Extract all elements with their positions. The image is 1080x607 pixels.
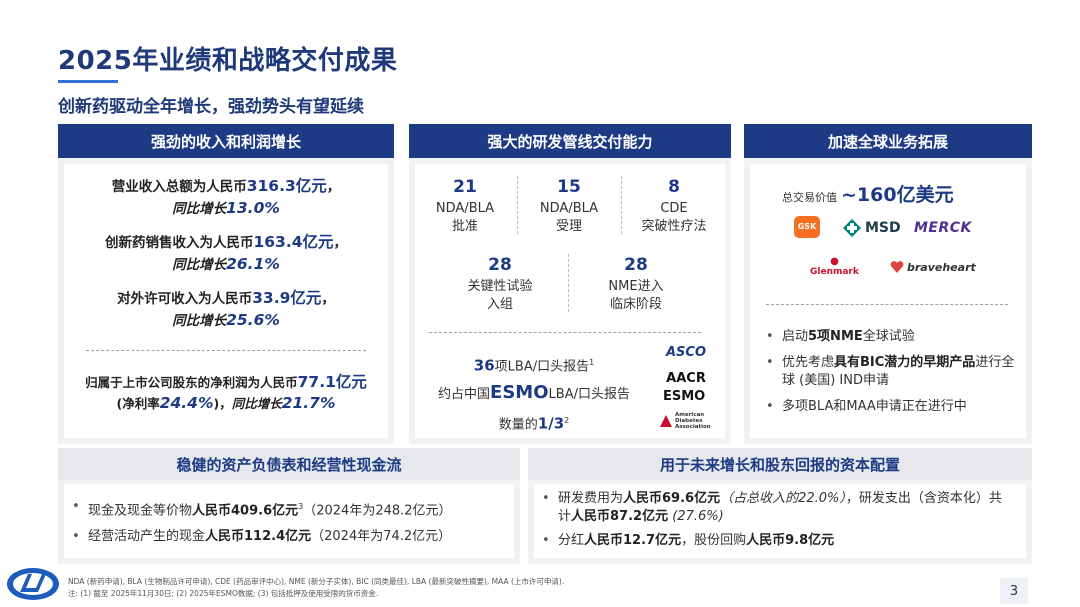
divider (766, 304, 1008, 305)
revenue-card: 营业收入总额为人民币316.3亿元， 同比增长13.0% 创新药销售收入为人民币… (64, 164, 388, 438)
divider (429, 332, 701, 333)
list-item: 启动5项NME全球试验 (764, 328, 1016, 346)
msd-icon (843, 219, 861, 237)
stat-nda-approved: 21 NDA/BLA 批准 (435, 177, 495, 234)
revenue-item-innovative: 创新药销售收入为人民币163.4亿元， 同比增长26.1% (104, 233, 348, 273)
list-item: 研发费用为人民币69.6亿元（占总收入的22.0%），研发支出（含资本化）共计人… (540, 490, 1010, 526)
list-item: 优先考虑具有BIC潜力的早期产品进行全球 (美国) IND申请 (764, 354, 1016, 390)
asco-logo: ASCO (665, 344, 706, 360)
list-item: 分红人民币12.7亿元，股份回购人民币9.8亿元 (540, 532, 1010, 550)
ada-triangle-icon (660, 415, 672, 427)
pipeline-card: 21 NDA/BLA 批准 15 NDA/BLA 受理 8 CDE 突破性疗法 … (415, 164, 725, 438)
divider (621, 176, 622, 234)
balance-card: 现金及现金等价物人民币409.6亿元3（2024年为248.2亿元） 经营活动产… (64, 484, 514, 558)
revenue-panel-heading: 强劲的收入和利润增长 (58, 124, 394, 158)
balance-panel: 稳健的资产负债表和经营性现金流 现金及现金等价物人民币409.6亿元3（2024… (58, 448, 520, 564)
company-logo (6, 566, 60, 606)
list-item: 经营活动产生的现金人民币112.4亿元（2024年为74.2亿元） (70, 528, 510, 546)
capital-bullets: 研发费用为人民币69.6亿元（占总收入的22.0%），研发支出（含资本化）共计人… (540, 490, 1010, 558)
footnote-abbreviations: NDA (新药申请), BLA (生物制品许可申请), CDE (药品审评中心)… (68, 577, 565, 586)
divider (517, 176, 518, 234)
revenue-panel: 强劲的收入和利润增长 营业收入总额为人民币316.3亿元， 同比增长13.0% … (58, 124, 394, 444)
pipeline-panel: 强大的研发管线交付能力 21 NDA/BLA 批准 15 NDA/BLA 受理 … (409, 124, 731, 444)
esmo-logo: ESMO (663, 388, 706, 404)
merck-logo: MERCK (914, 220, 972, 236)
net-profit-item: 归属于上市公司股东的净利润为人民币77.1亿元 (净利率24.4%)，同比增长2… (85, 373, 367, 412)
stat-pivotal-trials: 28 关键性试验 入组 (467, 255, 533, 312)
msd-logo: MSD (842, 218, 901, 238)
revenue-item-total: 营业收入总额为人民币316.3亿元， 同比增长13.0% (111, 177, 341, 217)
global-card: 总交易价值 ~160亿美元 GSK MSD MERCK ● Glenmark br… (750, 164, 1026, 438)
braveheart-logo: braveheart (890, 260, 976, 274)
stat-breakthrough: 8 CDE 突破性疗法 (641, 177, 707, 234)
title-underline (58, 80, 118, 83)
balance-bullets: 现金及现金等价物人民币409.6亿元3（2024年为248.2亿元） 经营活动产… (70, 498, 510, 554)
esmo-summary: 36项LBA/口头报告1 约占中国ESMOLBA/口头报告 数量的1/32 (438, 356, 630, 433)
capital-card: 研发费用为人民币69.6亿元（占总收入的22.0%），研发支出（含资本化）共计人… (534, 484, 1026, 558)
capital-panel: 用于未来增长和股东回报的资本配置 研发费用为人民币69.6亿元（占总收入的22.… (528, 448, 1032, 564)
global-panel: 加速全球业务拓展 总交易价值 ~160亿美元 GSK MSD MERCK ● Gl… (744, 124, 1032, 444)
aacr-logo: AACR (666, 370, 706, 386)
global-panel-heading: 加速全球业务拓展 (744, 124, 1032, 158)
list-item: 多项BLA和MAA申请正在进行中 (764, 398, 1016, 416)
page-number: 3 (1000, 578, 1028, 604)
list-item: 现金及现金等价物人民币409.6亿元3（2024年为248.2亿元） (70, 498, 510, 520)
company-logo-icon (7, 568, 59, 600)
balance-panel-heading: 稳健的资产负债表和经营性现金流 (58, 448, 520, 480)
deal-value: 总交易价值 ~160亿美元 (782, 184, 954, 206)
pipeline-panel-heading: 强大的研发管线交付能力 (409, 124, 731, 158)
page-subtitle: 创新药驱动全年增长，强劲势头有望延续 (58, 97, 364, 117)
gsk-logo: GSK (794, 216, 820, 238)
global-bullets: 启动5项NME全球试验 优先考虑具有BIC潜力的早期产品进行全球 (美国) IN… (764, 328, 1016, 424)
divider (568, 254, 569, 312)
page-title: 2025年业绩和战略交付成果 (58, 46, 398, 76)
ada-logo: American Diabetes Association (659, 410, 719, 432)
revenue-item-licensing: 对外许可收入为人民币33.9亿元， 同比增长25.6% (117, 289, 335, 329)
footnote-notes: 注: (1) 截至 2025年11月30日; (2) 2025年ESMO数据; … (68, 589, 379, 598)
divider (86, 350, 366, 351)
braveheart-icon (890, 261, 904, 273)
capital-panel-heading: 用于未来增长和股东回报的资本配置 (528, 448, 1032, 480)
glenmark-logo: ● Glenmark (810, 256, 859, 277)
stat-nme-clinical: 28 NME进入 临床阶段 (608, 255, 664, 312)
stat-nda-accepted: 15 NDA/BLA 受理 (539, 177, 599, 234)
